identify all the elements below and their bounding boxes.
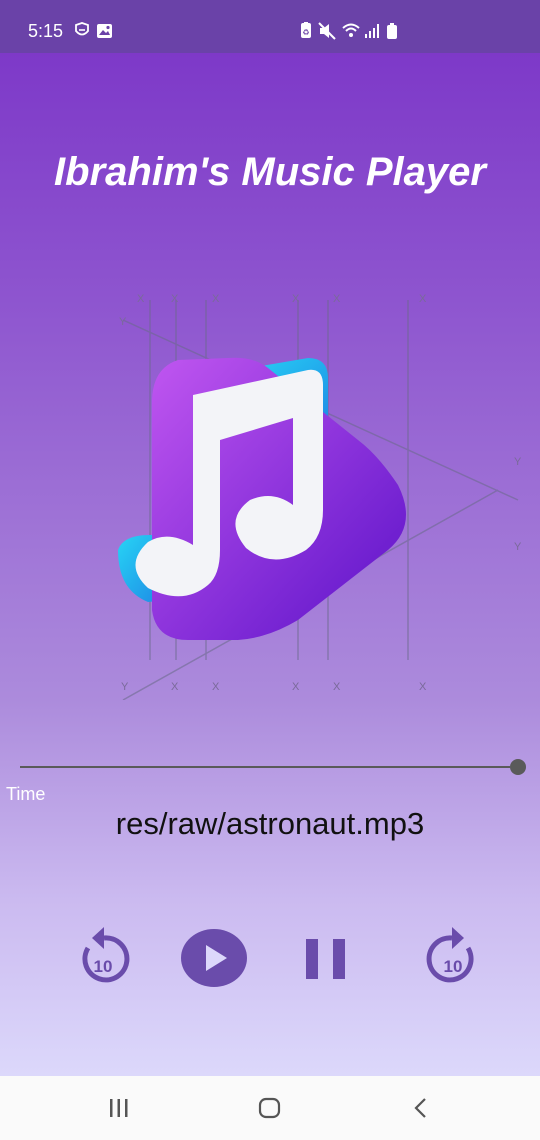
back-icon[interactable] xyxy=(412,1097,430,1119)
status-bar: 5:15 ♻ xyxy=(0,0,540,53)
recents-icon[interactable] xyxy=(108,1098,130,1118)
status-time: 5:15 xyxy=(28,21,64,41)
svg-text:X: X xyxy=(212,293,220,305)
status-right-icons: ♻ xyxy=(301,22,397,40)
seek-thumb[interactable] xyxy=(510,759,526,775)
seek-track xyxy=(20,766,510,768)
svg-text:X: X xyxy=(137,293,145,305)
svg-text:Y: Y xyxy=(514,456,522,468)
home-icon[interactable] xyxy=(258,1097,282,1119)
svg-text:X: X xyxy=(419,293,427,305)
time-label: Time xyxy=(6,784,46,804)
svg-text:Y: Y xyxy=(119,316,127,328)
status-left-icons xyxy=(75,22,112,38)
track-name: res/raw/astronaut.mp3 xyxy=(115,806,425,841)
svg-text:Y: Y xyxy=(121,681,129,693)
forward-10-button[interactable]: 10 xyxy=(424,924,482,986)
battery-saver-icon: ♻ xyxy=(301,22,311,38)
image-icon xyxy=(97,24,112,38)
signal-icon xyxy=(365,24,379,38)
rewind-10-button[interactable]: 10 xyxy=(74,924,132,986)
play-button[interactable] xyxy=(180,928,248,988)
mute-icon xyxy=(318,22,336,40)
svg-text:X: X xyxy=(292,293,300,305)
rewind-10-icon: 10 xyxy=(82,927,130,983)
album-art: XXX XXX YYY YXX XXX xyxy=(118,293,522,700)
svg-text:X: X xyxy=(333,681,341,693)
battery-icon xyxy=(387,23,397,39)
svg-text:♻: ♻ xyxy=(302,28,309,37)
shield-icon xyxy=(75,22,89,36)
svg-text:X: X xyxy=(171,681,179,693)
forward-10-icon: 10 xyxy=(426,927,474,983)
svg-text:Y: Y xyxy=(514,541,522,553)
svg-text:X: X xyxy=(212,681,220,693)
rewind-seconds: 10 xyxy=(94,957,113,976)
svg-text:X: X xyxy=(419,681,427,693)
navigation-bar xyxy=(0,1076,540,1140)
svg-text:X: X xyxy=(292,681,300,693)
seek-bar[interactable] xyxy=(20,758,526,776)
app-title: Ibrahim's Music Player xyxy=(54,150,486,194)
svg-text:X: X xyxy=(333,293,341,305)
wifi-icon xyxy=(342,23,360,37)
forward-seconds: 10 xyxy=(444,957,463,976)
pause-icon xyxy=(306,939,345,979)
svg-text:X: X xyxy=(171,293,179,305)
play-icon xyxy=(181,929,247,987)
pause-button[interactable] xyxy=(304,938,348,980)
